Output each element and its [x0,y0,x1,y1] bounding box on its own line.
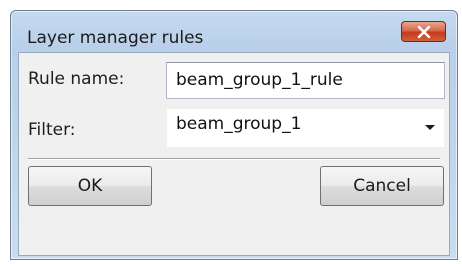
dialog-title: Layer manager rules [27,28,204,48]
cancel-button[interactable]: Cancel [320,166,444,206]
filter-dropdown[interactable]: beam_group_1 [166,108,445,148]
close-button[interactable] [401,21,446,42]
rule-name-label: Rule name: [28,69,125,89]
ok-button[interactable]: OK [28,166,152,206]
rule-name-input[interactable]: beam_group_1_rule [166,62,445,99]
rule-name-value: beam_group_1_rule [176,70,343,90]
dialog-body: Rule name: beam_group_1_rule Filter: bea… [18,52,450,256]
divider [28,158,440,160]
close-icon [417,25,430,38]
filter-value: beam_group_1 [176,114,302,134]
filter-label: Filter: [28,120,76,140]
layer-manager-rules-dialog: Layer manager rules Rule name: beam_grou… [10,10,458,260]
chevron-down-icon [425,125,435,130]
